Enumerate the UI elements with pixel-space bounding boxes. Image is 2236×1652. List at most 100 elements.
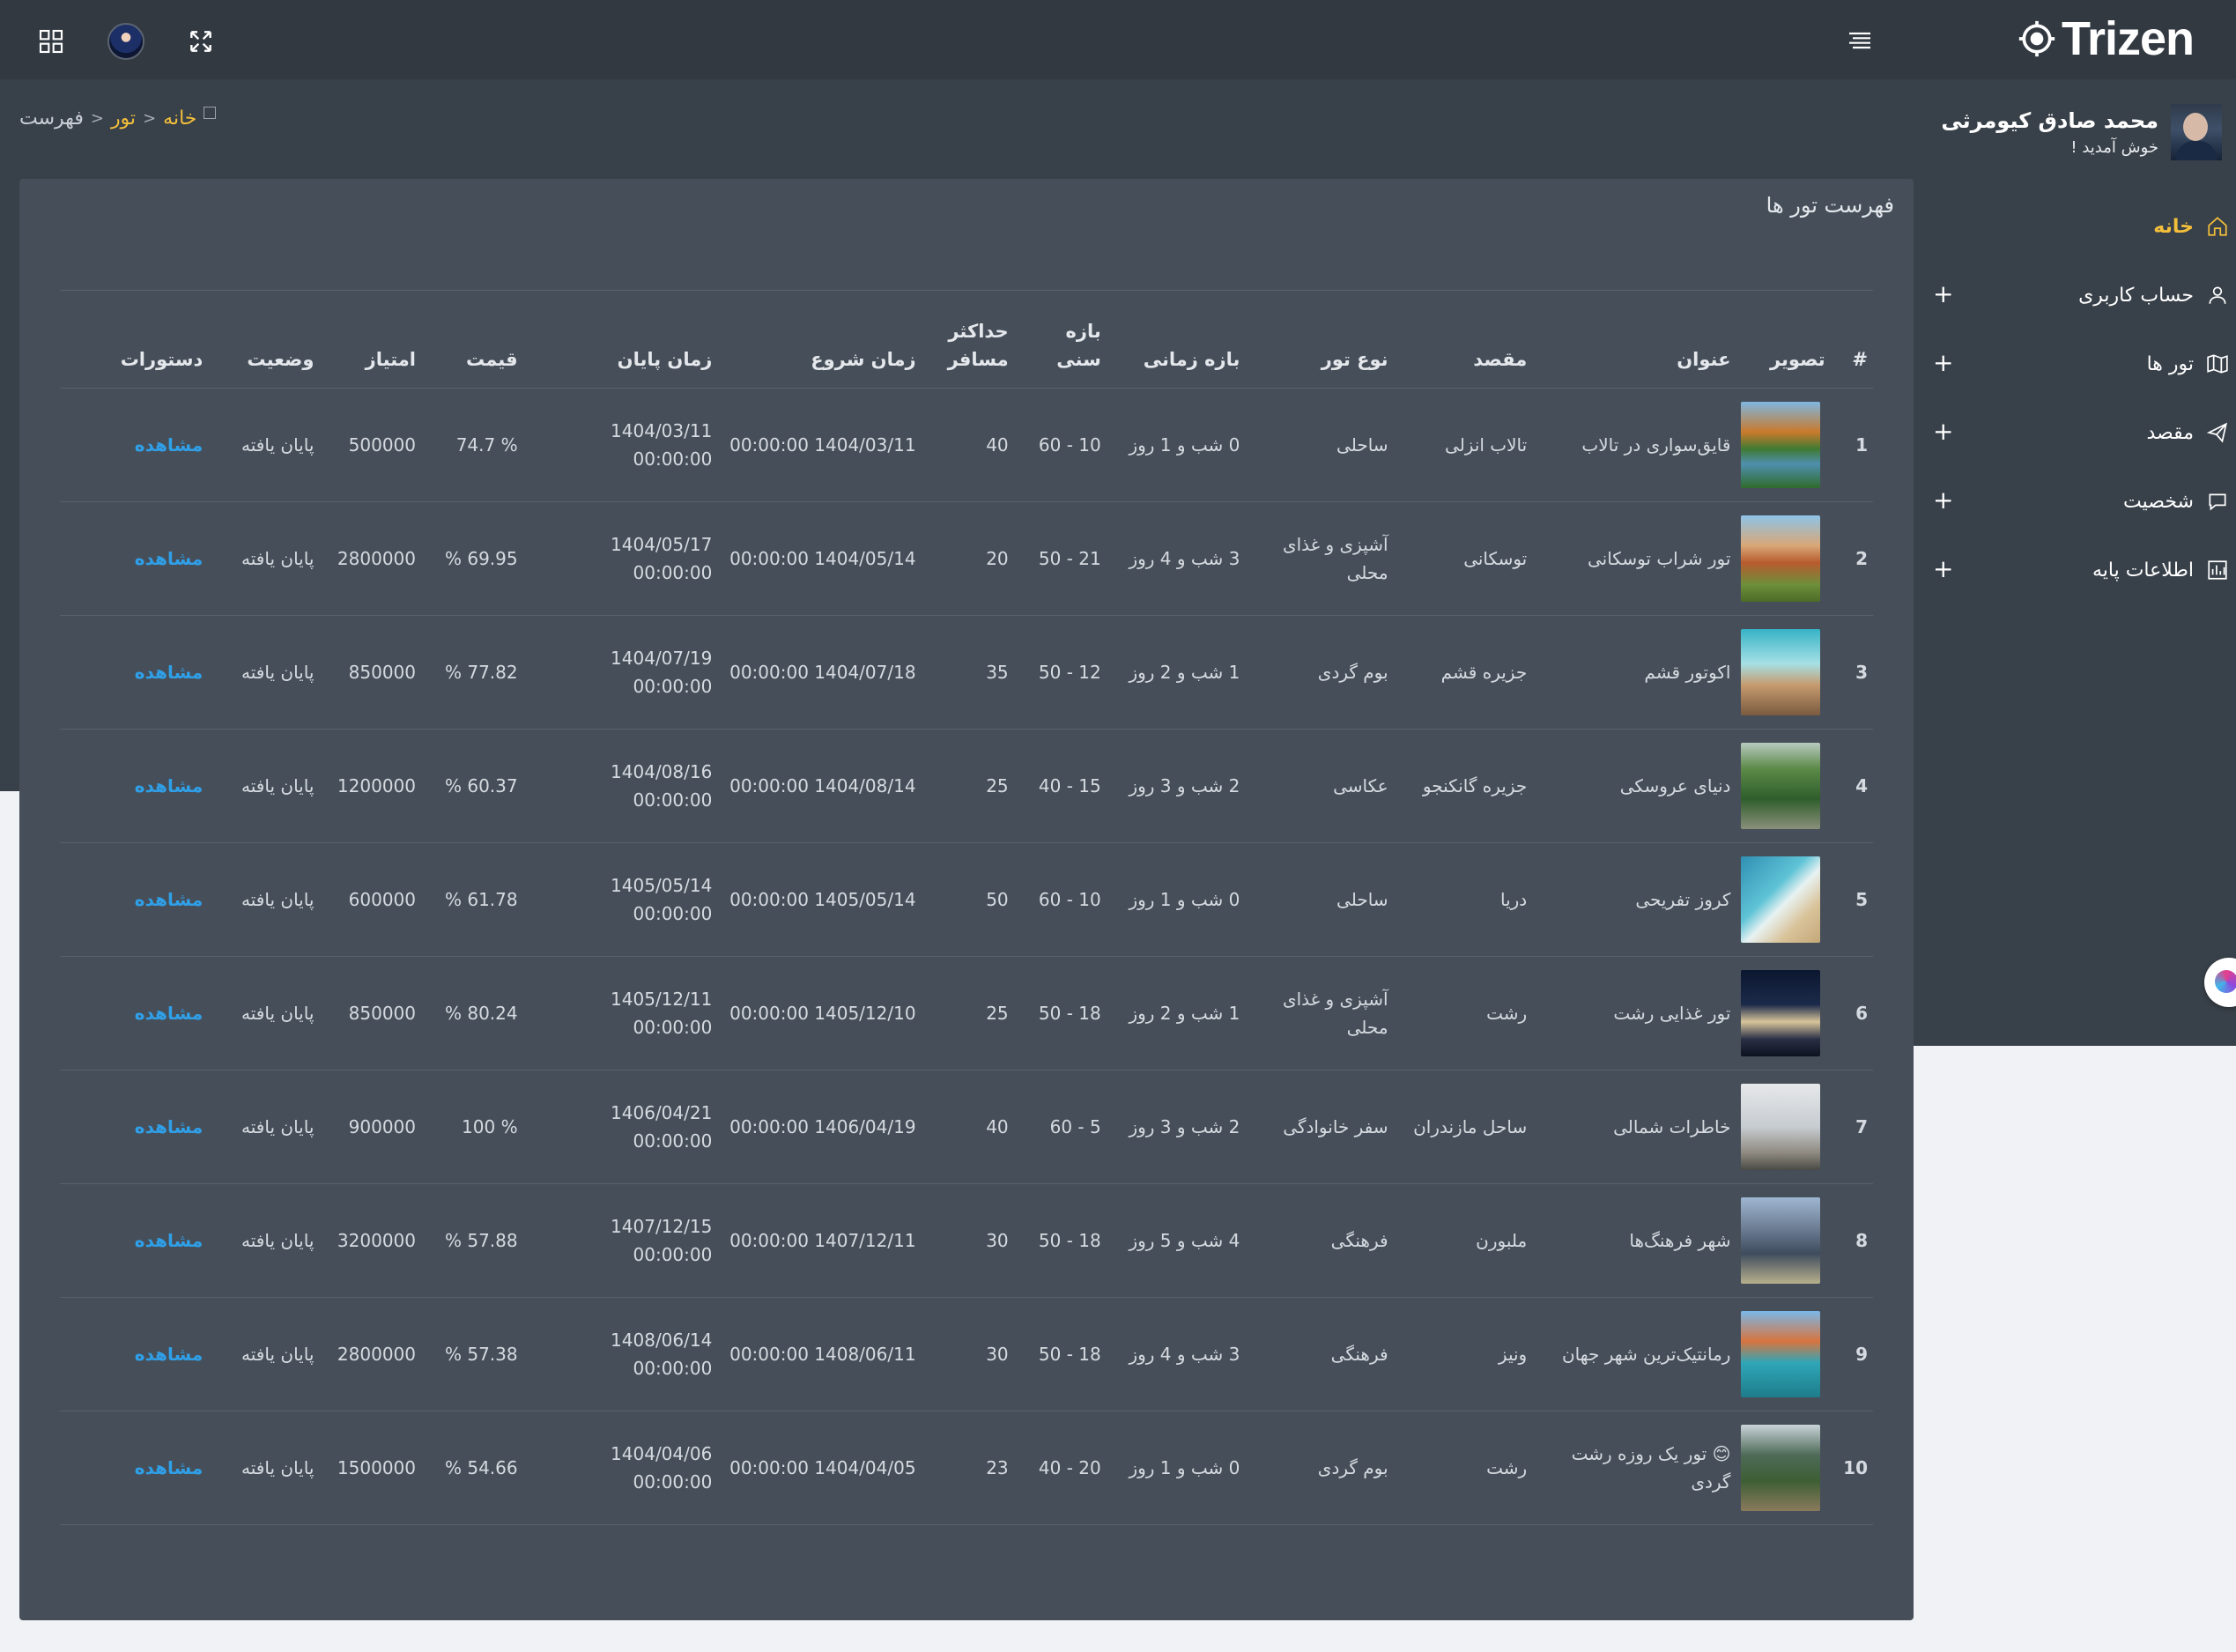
tour-destination: رشت — [1393, 1411, 1533, 1525]
sidebar-item-destination[interactable]: مقصد + — [1914, 398, 2236, 467]
tour-start-time: 1404/08/14 00:00:00 — [717, 729, 922, 843]
topbar-tools — [37, 23, 215, 60]
tour-title: دنیای عروسکی — [1532, 729, 1736, 843]
breadcrumb-separator: > — [143, 109, 157, 128]
tour-start-time: 1404/05/14 00:00:00 — [717, 501, 922, 616]
tour-start-time: 1405/12/10 00:00:00 — [717, 956, 922, 1070]
tour-end-time: 1404/08/16 00:00:00 — [522, 729, 718, 843]
tour-start-time: 1404/07/18 00:00:00 — [717, 615, 922, 730]
user-profile[interactable]: محمد صادق کیومرثی خوش آمدید ! — [1941, 104, 2222, 160]
action-cell: مشاهده — [60, 388, 209, 502]
tour-title: قایق‌سواری در تالاب — [1532, 388, 1736, 502]
column-header[interactable]: عنوان — [1532, 290, 1736, 389]
breadcrumb-home[interactable]: خانه — [163, 107, 196, 130]
sidebar-item-label: خانه — [2153, 215, 2194, 238]
view-link[interactable]: مشاهده — [135, 662, 203, 683]
column-header[interactable]: بازه سنی — [1013, 290, 1107, 389]
column-header[interactable]: تصویر — [1736, 290, 1831, 389]
tour-max-passengers: 23 — [921, 1411, 1014, 1525]
tour-title: کروز تفریحی — [1532, 842, 1736, 957]
topbar-avatar[interactable] — [107, 23, 144, 60]
fullscreen-icon[interactable] — [187, 27, 215, 56]
view-link[interactable]: مشاهده — [135, 775, 203, 796]
logo-text: Trizen — [2061, 12, 2195, 65]
expand-plus-icon[interactable]: + — [1933, 282, 1953, 307]
tour-score: 1200000 — [319, 729, 421, 843]
action-cell: مشاهده — [60, 842, 209, 957]
image-cell — [1736, 1411, 1831, 1525]
view-link[interactable]: مشاهده — [135, 1344, 203, 1365]
table-row: 5 کروز تفریحی دریا ساحلی 0 شب و 1 روز 10 - 60… — [60, 842, 1873, 957]
sidebar-item-base-info[interactable]: اطلاعات پایه + — [1914, 536, 2236, 604]
tour-duration: 3 شب و 4 روز — [1106, 501, 1246, 616]
expand-plus-icon[interactable]: + — [1933, 351, 1953, 375]
column-header[interactable]: امتیاز — [319, 290, 421, 389]
column-header[interactable]: بازه زمانی — [1106, 290, 1246, 389]
tour-max-passengers: 40 — [921, 388, 1014, 502]
tour-list-card: فهرست تور ها # تصویر عنوان مقصد نوع تور … — [19, 179, 1914, 1620]
tour-type: ساحلی — [1245, 388, 1394, 502]
tour-status: پایان یافته — [208, 1411, 320, 1525]
breadcrumb-tour[interactable]: تور — [111, 107, 136, 130]
tour-price: 80.24 % — [421, 956, 523, 1070]
tour-age-range: 18 - 50 — [1013, 1183, 1107, 1298]
column-header[interactable]: دستورات — [60, 290, 209, 389]
tour-start-time: 1407/12/11 00:00:00 — [717, 1183, 922, 1298]
image-cell — [1736, 501, 1831, 616]
top-bar: Trizen — [0, 0, 2236, 79]
table-row: 6 تور غذایی رشت رشت آشپزی و غذای محلی 1 شب و… — [60, 956, 1873, 1070]
tour-thumbnail — [1741, 515, 1821, 602]
row-number: 10 — [1830, 1411, 1873, 1525]
tour-status: پایان یافته — [208, 842, 320, 957]
tour-price: % 74.7 — [421, 388, 523, 502]
tour-destination: دریا — [1393, 842, 1533, 957]
tour-end-time: 1404/03/11 00:00:00 — [522, 388, 718, 502]
sidebar-item-tours[interactable]: تور ها + — [1914, 330, 2236, 398]
tour-score: 600000 — [319, 842, 421, 957]
tour-age-range: 18 - 50 — [1013, 956, 1107, 1070]
view-link[interactable]: مشاهده — [135, 889, 203, 910]
tour-title: تور شراب توسکانی — [1532, 501, 1736, 616]
view-link[interactable]: مشاهده — [135, 548, 203, 569]
view-link[interactable]: مشاهده — [135, 1457, 203, 1478]
apps-grid-icon[interactable] — [37, 27, 65, 56]
column-header[interactable]: وضعیت — [208, 290, 320, 389]
view-link[interactable]: مشاهده — [135, 1116, 203, 1137]
tour-start-time: 1404/04/05 00:00:00 — [717, 1411, 922, 1525]
view-link[interactable]: مشاهده — [135, 1230, 203, 1251]
table-row: 7 خاطرات شمالی ساحل مازندران سفر خانوادگی 2 … — [60, 1070, 1873, 1184]
column-header[interactable]: مقصد — [1393, 290, 1533, 389]
table-body: 1 قایق‌سواری در تالاب تالاب انزلی ساحلی 0 شب… — [60, 388, 1873, 1525]
sidebar-item-account[interactable]: حساب کاربری + — [1914, 261, 2236, 330]
tour-score: 850000 — [319, 615, 421, 730]
row-number: 2 — [1830, 501, 1873, 616]
tour-thumbnail — [1741, 1084, 1821, 1170]
tour-price: 57.88 % — [421, 1183, 523, 1298]
column-header[interactable]: قیمت — [421, 290, 523, 389]
sidebar-item-home[interactable]: خانه — [1914, 192, 2236, 261]
column-header[interactable]: زمان شروع — [717, 290, 922, 389]
menu-toggle-icon[interactable] — [1846, 26, 1874, 55]
view-link[interactable]: مشاهده — [135, 434, 203, 456]
tour-destination: توسکانی — [1393, 501, 1533, 616]
column-header[interactable]: # — [1830, 290, 1873, 389]
image-cell — [1736, 615, 1831, 730]
tour-title: خاطرات شمالی — [1532, 1070, 1736, 1184]
view-link[interactable]: مشاهده — [135, 1003, 203, 1024]
column-header[interactable]: زمان پایان — [522, 290, 718, 389]
sidebar-item-character[interactable]: شخصیت + — [1914, 467, 2236, 536]
expand-plus-icon[interactable]: + — [1933, 557, 1953, 582]
tour-destination: ساحل مازندران — [1393, 1070, 1533, 1184]
column-header[interactable]: نوع تور — [1245, 290, 1394, 389]
image-cell — [1736, 1183, 1831, 1298]
expand-plus-icon[interactable]: + — [1933, 488, 1953, 513]
column-header[interactable]: حداکثر مسافر — [921, 290, 1014, 389]
sidebar: محمد صادق کیومرثی خوش آمدید ! خانه حساب … — [1914, 79, 2236, 1046]
app-logo[interactable]: Trizen — [2018, 12, 2195, 65]
tour-end-time: 1404/04/06 00:00:00 — [522, 1411, 718, 1525]
expand-plus-icon[interactable]: + — [1933, 419, 1953, 444]
row-number: 1 — [1830, 388, 1873, 502]
tour-duration: 0 شب و 1 روز — [1106, 1411, 1246, 1525]
tour-max-passengers: 30 — [921, 1297, 1014, 1411]
tour-thumbnail — [1741, 1425, 1821, 1511]
